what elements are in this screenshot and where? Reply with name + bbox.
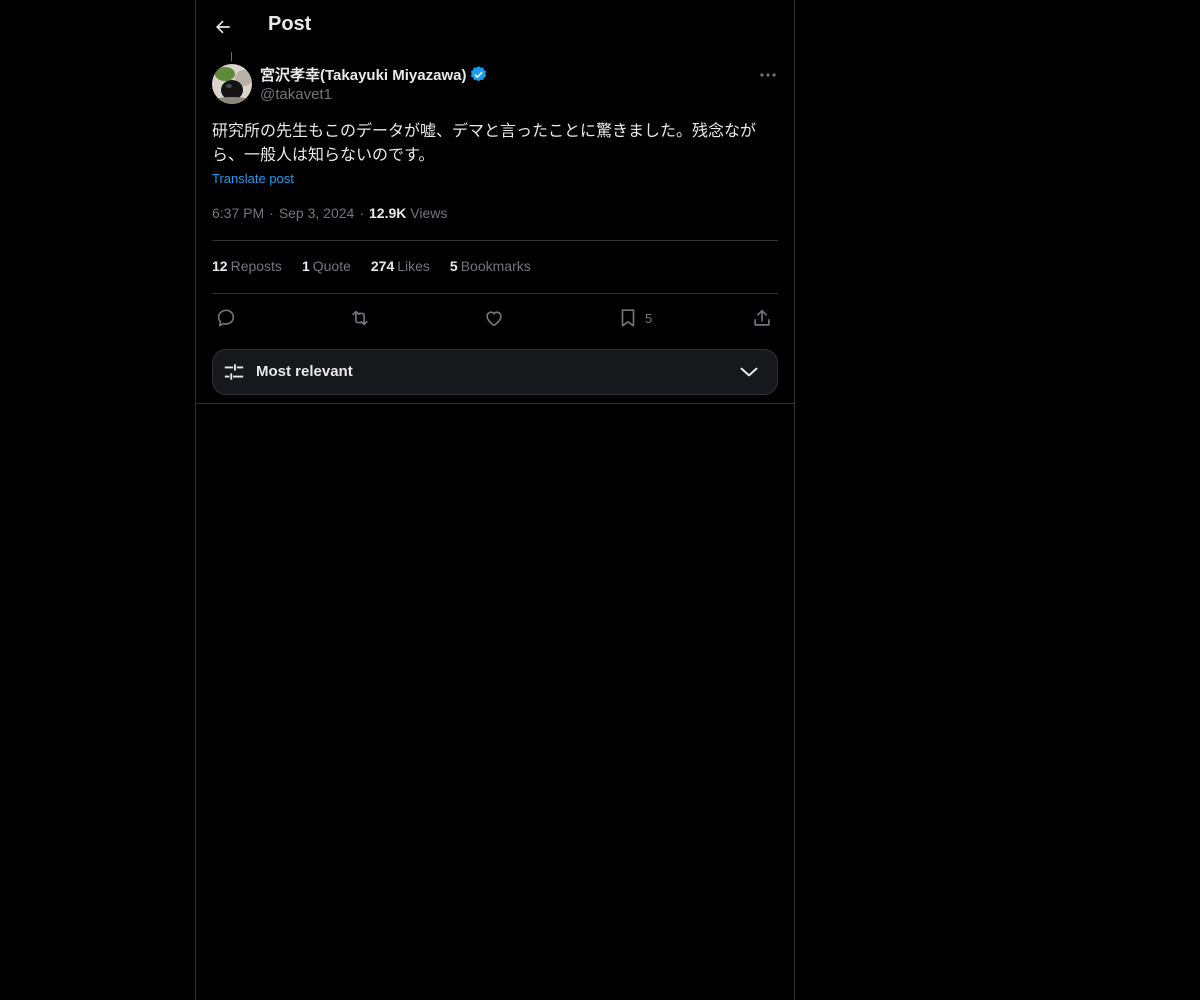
thread-connector-line [231,52,232,61]
author-name[interactable]: 宮沢孝幸(Takayuki Miyazawa) [260,64,488,85]
separator-dot: · [359,205,364,221]
post-time[interactable]: 6:37 PM [212,205,264,221]
author-display-name: 宮沢孝幸(Takayuki Miyazawa) [260,67,467,84]
reply-icon [217,309,235,327]
bookmark-count: 5 [645,310,653,326]
reposts-count: 12 [212,258,228,274]
quotes-stat[interactable]: 1 Quote [302,258,351,274]
bookmarks-label: Bookmarks [460,258,531,274]
repost-icon [352,310,368,326]
post-meta: 6:37 PM · Sep 3, 2024 · 12.9K Views [212,205,447,221]
section-divider [196,403,794,404]
quotes-label: Quote [312,258,351,274]
post-date[interactable]: Sep 3, 2024 [279,205,355,221]
chevron-down-icon [740,367,758,377]
divider [212,293,778,294]
separator-dot: · [269,205,274,221]
sliders-icon [224,364,244,380]
post-detail-column: Post 宮沢孝幸(Takayuki Miyazawa) @takavet1 研… [195,0,795,1000]
action-bar: 5 [212,305,778,331]
bookmarks-count: 5 [449,258,458,274]
share-button[interactable] [751,305,773,331]
arrow-left-icon [216,20,230,34]
more-dots-icon [760,73,776,77]
post-text: 研究所の先生もこのデータが嘘、デマと言ったことに驚きました。残念ながら、一般人は… [212,121,757,164]
views-count: 12.9K [369,205,407,221]
page-header: Post [196,0,794,53]
quotes-count: 1 [301,258,310,274]
page-title: Post [268,13,312,35]
reposts-label: Reposts [230,258,282,274]
author-handle[interactable]: @takavet1 [260,86,332,103]
bookmark-icon [621,309,635,327]
sort-label: Most relevant [256,363,353,380]
reposts-stat[interactable]: 12 Reposts [212,258,282,274]
like-icon [486,311,502,327]
author-avatar[interactable] [212,64,252,104]
verified-badge-icon [471,66,487,82]
back-button[interactable] [206,10,240,44]
share-icon [754,309,770,326]
post-stats: 12 Reposts 1 Quote 274 Likes 5 Bookmarks [212,258,531,274]
like-button[interactable] [483,305,505,331]
likes-label: Likes [397,258,430,274]
bookmarks-stat[interactable]: 5 Bookmarks [450,258,531,274]
likes-stat[interactable]: 274 Likes [371,258,430,274]
repost-button[interactable] [349,305,371,331]
reply-sort-dropdown[interactable]: Most relevant [212,349,778,395]
divider [212,240,778,241]
likes-count: 274 [370,258,395,274]
more-options-button[interactable] [756,64,780,86]
bookmark-button[interactable]: 5 [617,305,652,331]
reply-button[interactable] [215,305,237,331]
views-label: Views [410,205,448,221]
translate-post-link[interactable]: Translate post [212,171,294,186]
